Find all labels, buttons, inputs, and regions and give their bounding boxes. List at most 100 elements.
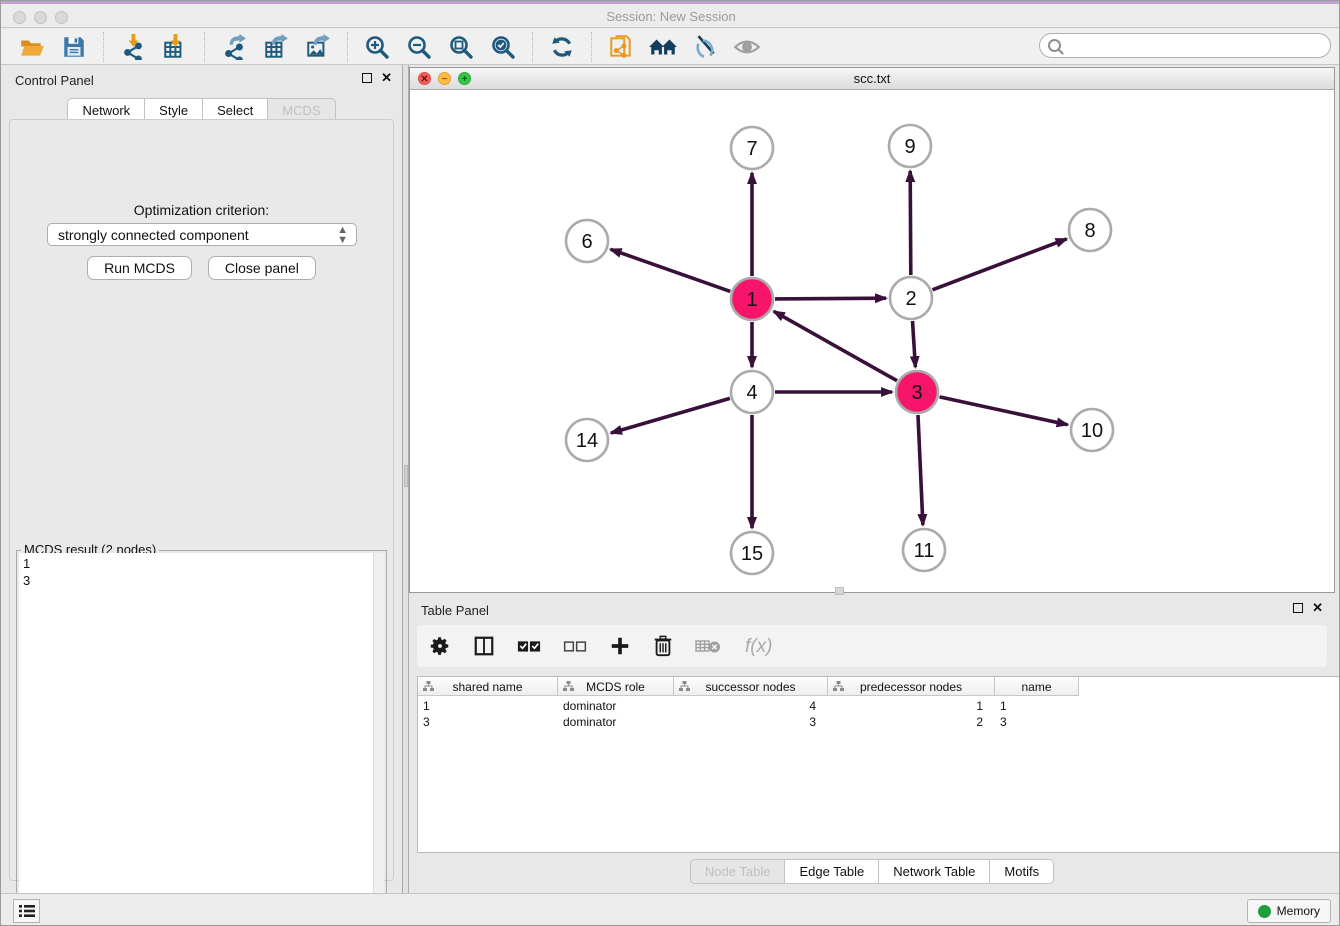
- close-panel-button[interactable]: Close panel: [208, 256, 316, 280]
- column-header-shared-name[interactable]: shared name: [418, 677, 558, 696]
- cell-successor-nodes[interactable]: 4: [674, 698, 816, 714]
- graph-node-2[interactable]: 2: [890, 277, 932, 319]
- network-window-titlebar[interactable]: ✕ − + scc.txt: [410, 68, 1334, 90]
- float-panel-icon[interactable]: [362, 73, 372, 83]
- cell-shared-name[interactable]: 3: [423, 714, 553, 730]
- network-view-window: ✕ − + scc.txt 7 9 6 8 1 2 4 3 14 10 15 11: [409, 67, 1335, 593]
- control-panel: Control Panel ✕ NetworkStyleSelectMCDS O…: [1, 65, 402, 893]
- search-field[interactable]: [1039, 33, 1331, 58]
- node-label: 9: [904, 136, 915, 158]
- column-header-MCDS-role[interactable]: MCDS role: [558, 677, 674, 696]
- close-table-panel-icon[interactable]: ✕: [1312, 603, 1323, 613]
- export-image-icon[interactable]: [303, 33, 333, 61]
- add-icon[interactable]: [609, 631, 631, 661]
- zoom-fit-icon[interactable]: [446, 33, 476, 61]
- cell-shared-name[interactable]: 1: [423, 698, 553, 714]
- graph-node-1[interactable]: 1: [731, 278, 773, 320]
- run-mcds-button[interactable]: Run MCDS: [87, 256, 192, 280]
- cell-MCDS-role[interactable]: dominator: [563, 714, 669, 730]
- search-input[interactable]: [1061, 36, 1330, 56]
- mcds-result-text[interactable]: 1 3: [19, 553, 373, 926]
- graph-node-11[interactable]: 11: [903, 529, 945, 571]
- columns-icon[interactable]: [473, 631, 495, 661]
- network-graph[interactable]: 7 9 6 8 1 2 4 3 14 10 15 11: [410, 90, 1334, 592]
- tab-network-table[interactable]: Network Table: [879, 859, 990, 884]
- svg-text:f(x): f(x): [745, 636, 772, 657]
- vertical-splitter[interactable]: [402, 65, 409, 893]
- delete-icon[interactable]: [653, 631, 673, 661]
- cell-MCDS-role[interactable]: dominator: [563, 698, 669, 714]
- splitter-grip[interactable]: [404, 465, 408, 487]
- toolbar-separator: [591, 32, 592, 62]
- import-table-icon[interactable]: [160, 33, 190, 61]
- cell-predecessor-nodes[interactable]: 2: [828, 714, 983, 730]
- graph-node-3[interactable]: 3: [896, 371, 938, 413]
- node-label: 3: [911, 382, 922, 404]
- node-label: 2: [905, 288, 916, 310]
- cell-successor-nodes[interactable]: 3: [674, 714, 816, 730]
- graph-node-10[interactable]: 10: [1071, 409, 1113, 451]
- annotation-icon[interactable]: [690, 33, 720, 61]
- gear-icon[interactable]: [429, 631, 451, 661]
- table-panel-title: Table Panel: [421, 603, 489, 618]
- save-session-icon[interactable]: [59, 33, 89, 61]
- edge-1-6[interactable]: [611, 249, 731, 291]
- column-header-name[interactable]: name: [995, 677, 1079, 696]
- table-row[interactable]: 1dominator411: [418, 698, 1340, 714]
- select-all-icon[interactable]: [517, 631, 541, 661]
- edge-2-3[interactable]: [913, 321, 916, 367]
- graph-node-9[interactable]: 9: [889, 125, 931, 167]
- network-canvas[interactable]: 7 9 6 8 1 2 4 3 14 10 15 11: [410, 90, 1334, 592]
- graph-node-4[interactable]: 4: [731, 371, 773, 413]
- horizontal-splitter-grip[interactable]: [835, 587, 844, 595]
- edge-2-8[interactable]: [933, 239, 1067, 290]
- node-table[interactable]: shared nameMCDS rolesuccessor nodesprede…: [417, 676, 1340, 853]
- zoom-in-icon[interactable]: [362, 33, 392, 61]
- tab-motifs[interactable]: Motifs: [990, 859, 1054, 884]
- deselect-all-icon[interactable]: [563, 631, 587, 661]
- graph-node-6[interactable]: 6: [566, 220, 608, 262]
- graph-node-14[interactable]: 14: [566, 419, 608, 461]
- close-panel-icon[interactable]: ✕: [381, 73, 392, 83]
- task-history-button[interactable]: [13, 899, 40, 923]
- node-label: 7: [746, 138, 757, 160]
- graph-node-8[interactable]: 8: [1069, 209, 1111, 251]
- cell-name[interactable]: 1: [1000, 698, 1074, 714]
- memory-label: Memory: [1277, 904, 1320, 918]
- edge-3-10[interactable]: [940, 397, 1068, 425]
- cell-predecessor-nodes[interactable]: 1: [828, 698, 983, 714]
- column-header-predecessor-nodes[interactable]: predecessor nodes: [828, 677, 995, 696]
- table-row[interactable]: 3dominator323: [418, 714, 1340, 730]
- export-network-icon[interactable]: [219, 33, 249, 61]
- clone-network-icon[interactable]: [606, 33, 636, 61]
- application-window: Session: New Session Control Panel ✕ Net…: [0, 0, 1340, 926]
- cell-name[interactable]: 3: [1000, 714, 1074, 730]
- node-label: 11: [914, 540, 935, 562]
- edge-4-14[interactable]: [611, 398, 730, 433]
- edge-3-11[interactable]: [918, 415, 923, 525]
- tab-node-table[interactable]: Node Table: [690, 859, 786, 884]
- open-session-icon[interactable]: [17, 33, 47, 61]
- edge-3-1[interactable]: [774, 311, 897, 380]
- memory-status-icon: [1258, 905, 1271, 918]
- optimization-criterion-select[interactable]: strongly connected component ▲▼: [47, 223, 357, 246]
- graph-node-15[interactable]: 15: [731, 532, 773, 574]
- edge-2-9[interactable]: [910, 171, 911, 275]
- tab-edge-table[interactable]: Edge Table: [785, 859, 879, 884]
- result-scrollbar[interactable]: [373, 553, 384, 926]
- refresh-icon[interactable]: [547, 33, 577, 61]
- zoom-selected-icon[interactable]: [488, 33, 518, 61]
- memory-button[interactable]: Memory: [1247, 899, 1331, 923]
- edge-1-2[interactable]: [775, 298, 886, 299]
- zoom-out-icon[interactable]: [404, 33, 434, 61]
- first-neighbors-icon[interactable]: [648, 33, 678, 61]
- function-icon: f(x): [743, 631, 783, 661]
- export-table-icon[interactable]: [261, 33, 291, 61]
- toolbar-separator: [103, 32, 104, 62]
- import-network-icon[interactable]: [118, 33, 148, 61]
- control-panel-title: Control Panel: [15, 73, 94, 88]
- graph-node-7[interactable]: 7: [731, 127, 773, 169]
- column-header-successor-nodes[interactable]: successor nodes: [674, 677, 828, 696]
- table-header-row: shared nameMCDS rolesuccessor nodesprede…: [418, 677, 1079, 696]
- float-table-panel-icon[interactable]: [1293, 603, 1303, 613]
